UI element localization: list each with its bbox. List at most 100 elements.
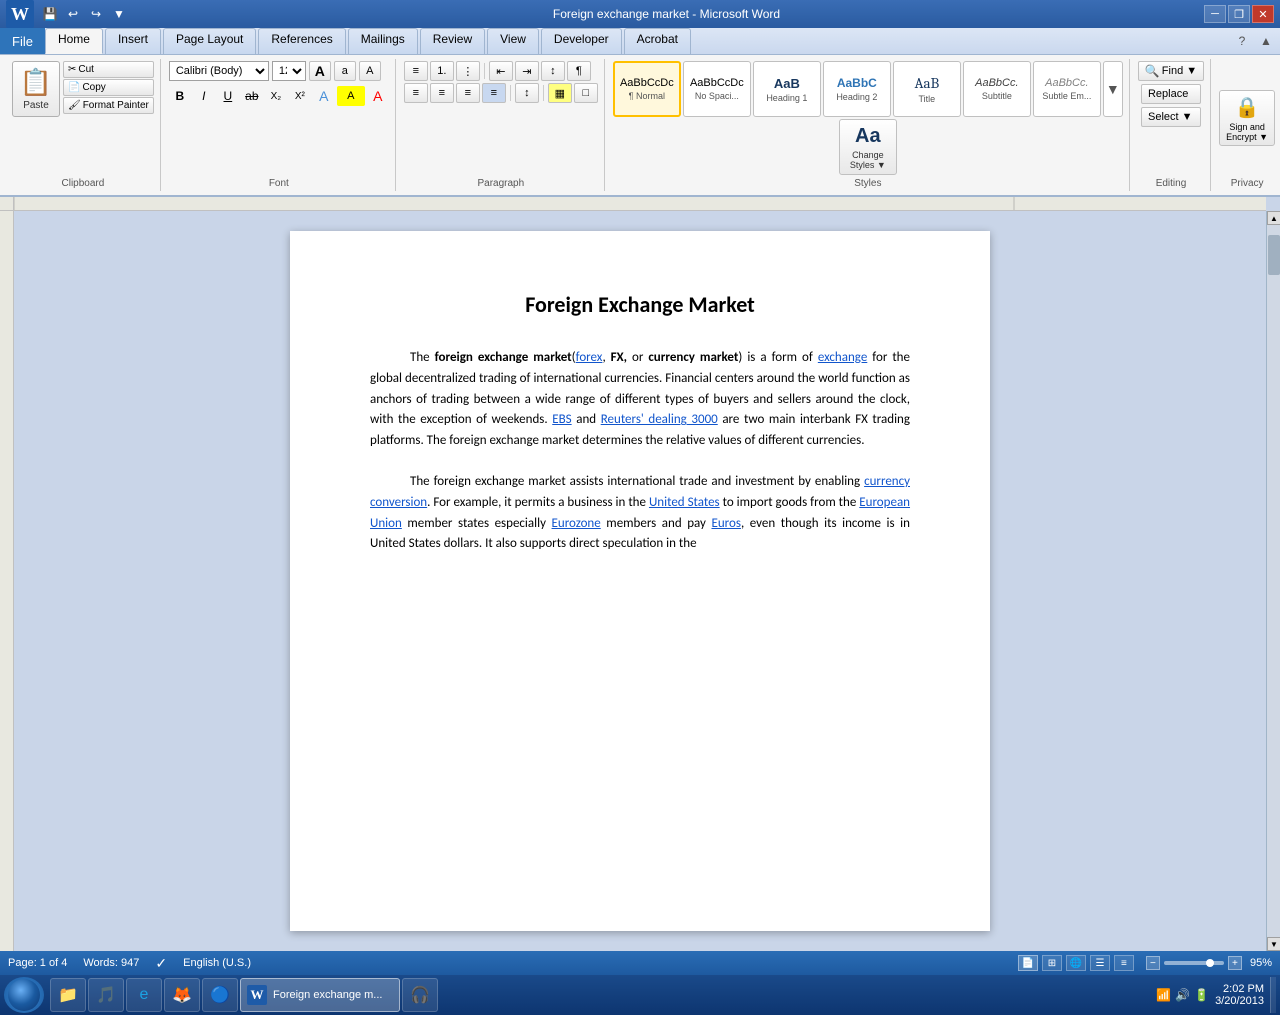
cut-button[interactable]: ✂Cut (63, 61, 154, 78)
tab-home[interactable]: Home (45, 28, 103, 54)
vertical-scrollbar[interactable]: ▲ ▼ (1266, 211, 1280, 951)
tab-insert[interactable]: Insert (105, 28, 161, 54)
taskbar-media-button[interactable]: 🎵 (88, 978, 124, 1012)
web-layout-button[interactable]: 🌐 (1066, 955, 1086, 971)
justify-button[interactable]: ≡ (482, 83, 506, 103)
link-exchange[interactable]: exchange (818, 350, 867, 365)
strikethrough-button[interactable]: ab (241, 86, 263, 106)
clear-format-button[interactable]: A (359, 61, 381, 81)
style-heading2-item[interactable]: AaBbC Heading 2 (823, 61, 891, 117)
taskbar-firefox-button[interactable]: 🦊 (164, 978, 200, 1012)
replace-button[interactable]: Replace (1141, 84, 1201, 104)
underline-button[interactable]: U (217, 86, 239, 106)
tab-developer[interactable]: Developer (541, 28, 622, 54)
center-button[interactable]: ≡ (430, 83, 454, 103)
font-color-button[interactable]: A (367, 86, 389, 106)
tab-page-layout[interactable]: Page Layout (163, 28, 256, 54)
font-shrink-button[interactable]: a (334, 61, 356, 81)
qa-dropdown-button[interactable]: ▼ (109, 4, 129, 24)
ribbon-help-button[interactable]: ? (1232, 31, 1252, 51)
show-marks-button[interactable]: ¶ (567, 61, 591, 81)
zoom-out-button[interactable]: − (1146, 956, 1160, 970)
link-currency-conversion[interactable]: currency conversion (370, 474, 910, 510)
print-layout-button[interactable]: 📄 (1018, 955, 1038, 971)
show-desktop-button[interactable] (1270, 977, 1276, 1013)
subscript-button[interactable]: X₂ (265, 86, 287, 106)
select-button[interactable]: Select ▼ (1141, 107, 1201, 127)
language-indicator[interactable]: English (U.S.) (183, 957, 251, 969)
italic-button[interactable]: I (193, 86, 215, 106)
ribbon-minimize-button[interactable]: ▲ (1256, 31, 1276, 51)
taskbar-word-button[interactable]: W Foreign exchange m... (240, 978, 400, 1012)
format-painter-button[interactable]: 🖌Format Painter (63, 97, 154, 114)
zoom-in-button[interactable]: + (1228, 956, 1242, 970)
font-family-select[interactable]: Calibri (Body) (169, 61, 269, 81)
style-more-item[interactable]: ▼ (1103, 61, 1123, 117)
scroll-down-button[interactable]: ▼ (1267, 937, 1280, 951)
word-count: Words: 947 (83, 957, 139, 969)
line-spacing-button[interactable]: ↕ (515, 83, 539, 103)
minimize-button[interactable]: ─ (1204, 5, 1226, 23)
style-no-spacing-item[interactable]: AaBbCcDc No Spaci... (683, 61, 751, 117)
shading-button[interactable]: ▦ (548, 83, 572, 103)
copy-button[interactable]: 📄Copy (63, 79, 154, 96)
tab-acrobat[interactable]: Acrobat (624, 28, 691, 54)
close-button[interactable]: ✕ (1252, 5, 1274, 23)
paste-button[interactable]: 📋 Paste (12, 61, 60, 117)
sign-encrypt-button[interactable]: 🔒 Sign and Encrypt ▼ (1219, 90, 1275, 146)
scroll-thumb[interactable] (1268, 235, 1280, 275)
taskbar-winamp-button[interactable]: 🎧 (402, 978, 438, 1012)
find-button[interactable]: 🔍 Find ▼ (1138, 61, 1204, 81)
tab-references[interactable]: References (258, 28, 345, 54)
outline-button[interactable]: ☰ (1090, 955, 1110, 971)
start-orb (8, 979, 40, 1011)
change-styles-button[interactable]: Aa ChangeStyles ▼ (839, 119, 897, 175)
border-button[interactable]: □ (574, 83, 598, 103)
link-united-states[interactable]: United States (649, 495, 720, 510)
scroll-track[interactable] (1267, 225, 1280, 937)
taskbar-explorer-button[interactable]: 📁 (50, 978, 86, 1012)
decrease-indent-button[interactable]: ⇤ (489, 61, 513, 81)
restore-button[interactable]: ❐ (1228, 5, 1250, 23)
zoom-slider[interactable] (1164, 961, 1224, 965)
link-european-union[interactable]: European Union (370, 495, 910, 531)
increase-indent-button[interactable]: ⇥ (515, 61, 539, 81)
link-ebs[interactable]: EBS (552, 412, 571, 427)
taskbar-chrome-button[interactable]: 🔵 (202, 978, 238, 1012)
superscript-button[interactable]: X² (289, 86, 311, 106)
full-screen-button[interactable]: ⊞ (1042, 955, 1062, 971)
style-subtle-em-item[interactable]: AaBbCc. Subtle Em... (1033, 61, 1101, 117)
tab-mailings[interactable]: Mailings (348, 28, 418, 54)
bold-button[interactable]: B (169, 86, 191, 106)
align-right-button[interactable]: ≡ (456, 83, 480, 103)
draft-button[interactable]: ≡ (1114, 955, 1134, 971)
link-euros[interactable]: Euros (711, 516, 740, 531)
document-container[interactable]: Foreign Exchange Market The foreign exch… (14, 211, 1266, 951)
font-size-select[interactable]: 12 (272, 61, 306, 81)
link-forex[interactable]: forex (576, 350, 603, 365)
multilevel-list-button[interactable]: ⋮ (456, 61, 480, 81)
scroll-up-button[interactable]: ▲ (1267, 211, 1280, 225)
font-grow-button[interactable]: A (309, 61, 331, 81)
redo-button[interactable]: ↪ (86, 4, 106, 24)
undo-button[interactable]: ↩ (63, 4, 83, 24)
highlight-color-button[interactable]: A (337, 86, 365, 106)
link-eurozone[interactable]: Eurozone (552, 516, 601, 531)
numbering-button[interactable]: 1. (430, 61, 454, 81)
taskbar-ie-button[interactable]: e (126, 978, 162, 1012)
style-subtitle-item[interactable]: AaBbCc. Subtitle (963, 61, 1031, 117)
save-button[interactable]: 💾 (40, 4, 60, 24)
bullets-button[interactable]: ≡ (404, 61, 428, 81)
start-button[interactable] (4, 977, 44, 1013)
tab-view[interactable]: View (487, 28, 539, 54)
tab-file[interactable]: File (0, 28, 45, 54)
align-left-button[interactable]: ≡ (404, 83, 428, 103)
clock-display[interactable]: 2:02 PM 3/20/2013 (1215, 983, 1264, 1007)
style-normal-item[interactable]: AaBbCcDc ¶ Normal (613, 61, 681, 117)
style-heading1-item[interactable]: AaB Heading 1 (753, 61, 821, 117)
link-reuters[interactable]: Reuters' dealing 3000 (601, 412, 718, 427)
sort-button[interactable]: ↕ (541, 61, 565, 81)
tab-review[interactable]: Review (420, 28, 485, 54)
text-effects-button[interactable]: A (313, 86, 335, 106)
style-title-item[interactable]: AaB Title (893, 61, 961, 117)
